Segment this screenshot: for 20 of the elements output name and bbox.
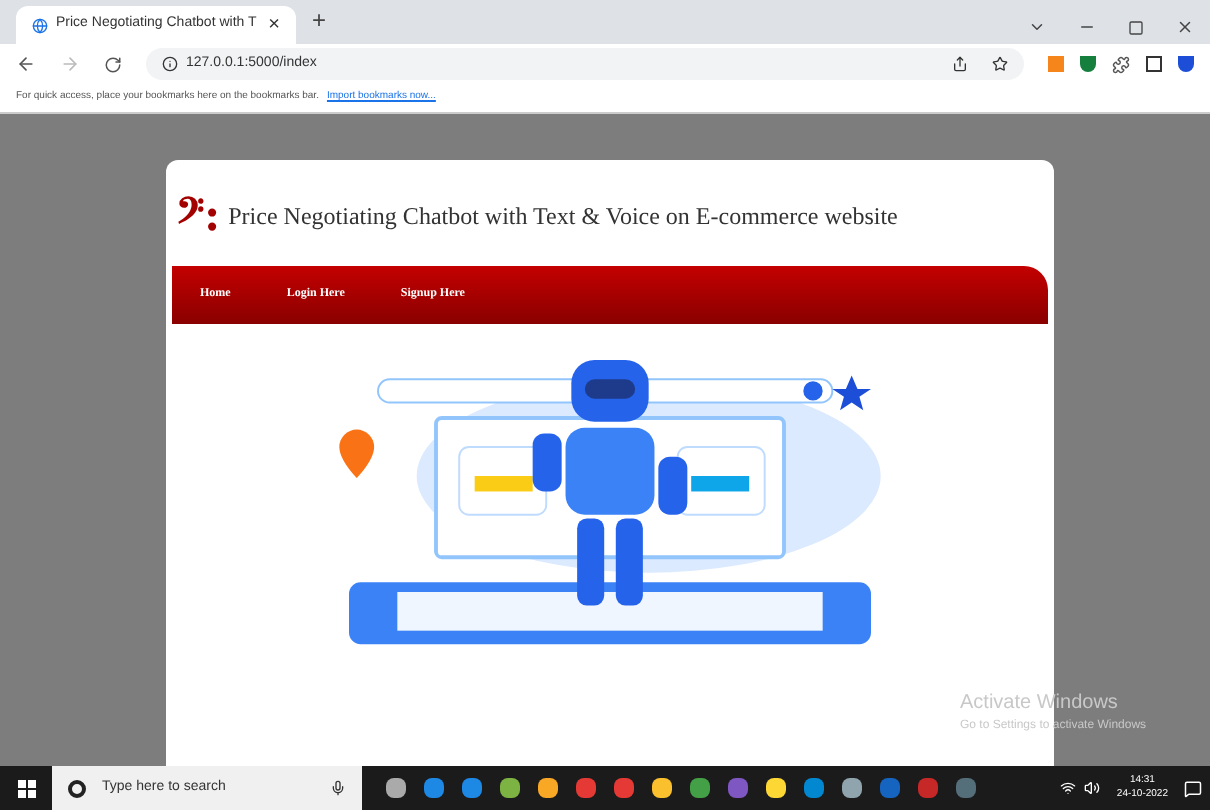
network-icon[interactable]: [1060, 780, 1077, 796]
site-title: Price Negotiating Chatbot with Text & Voice on E-commerce website: [228, 200, 898, 234]
info-icon: [162, 56, 178, 72]
volume-icon[interactable]: [1084, 780, 1101, 796]
puzzle-icon[interactable]: [1112, 55, 1130, 73]
tab-close-button[interactable]: ×: [268, 10, 280, 40]
chevron-down-icon[interactable]: [1028, 18, 1046, 36]
site-logo: 𝄢:: [176, 187, 221, 245]
microphone-icon: [330, 780, 346, 796]
close-icon[interactable]: [1176, 18, 1194, 36]
search-icon: [68, 779, 86, 797]
back-icon[interactable]: [16, 54, 36, 74]
reload-icon[interactable]: [104, 55, 122, 73]
maximize-icon[interactable]: [1128, 19, 1144, 35]
notification-icon[interactable]: [1184, 779, 1202, 797]
windows-icon: [17, 779, 35, 797]
globe-icon: [32, 17, 48, 33]
share-icon[interactable]: [952, 56, 968, 72]
bookmark-star-icon[interactable]: [992, 56, 1008, 72]
new-tab-button[interactable]: +: [312, 2, 327, 38]
